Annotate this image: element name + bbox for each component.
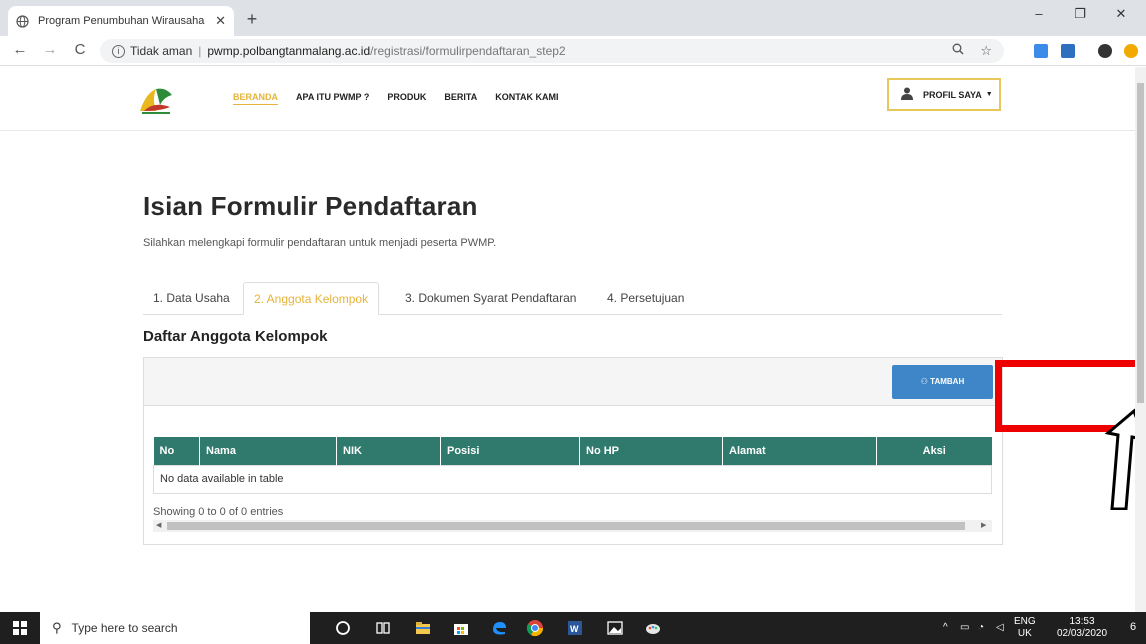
empty-table-message: No data available in table bbox=[153, 464, 992, 494]
url-path: /registrasi/formulirpendaftaran_step2 bbox=[370, 44, 566, 58]
members-table: No Nama NIK Posisi No HP Alamat Aksi No … bbox=[153, 437, 992, 494]
search-icon: ⚲ bbox=[52, 620, 62, 635]
site-header: BERANDA APA ITU PWMP ? PRODUK BERITA KON… bbox=[0, 67, 1135, 131]
nav-produk[interactable]: PRODUK bbox=[387, 92, 426, 105]
browser-tab[interactable]: Program Penumbuhan Wirausaha ✕ bbox=[8, 6, 234, 36]
update-icon[interactable] bbox=[1124, 44, 1138, 58]
word-icon[interactable]: W bbox=[566, 619, 584, 637]
main-nav: BERANDA APA ITU PWMP ? PRODUK BERITA KON… bbox=[233, 92, 559, 105]
language-indicator[interactable]: ENG UK bbox=[1014, 616, 1036, 640]
zoom-icon[interactable] bbox=[952, 43, 964, 59]
forward-button[interactable]: → bbox=[40, 41, 60, 58]
scrollbar-thumb[interactable] bbox=[1137, 83, 1144, 403]
windows-taskbar: ⚲ Type here to search W ^ ▭ ◔ ◁ ENG UK 1… bbox=[0, 612, 1146, 644]
col-no-hp[interactable]: No HP bbox=[579, 437, 723, 465]
chrome-icon[interactable] bbox=[526, 619, 544, 637]
panel-header: ⚇ TAMBAH bbox=[144, 358, 1002, 406]
extension-icon[interactable] bbox=[1034, 44, 1048, 58]
tab-close-icon[interactable]: ✕ bbox=[215, 13, 226, 29]
form-steps-tabs: 1. Data Usaha 2. Anggota Kelompok 3. Dok… bbox=[143, 282, 1002, 315]
tab-data-usaha[interactable]: 1. Data Usaha bbox=[143, 282, 240, 315]
scrollbar-thumb[interactable] bbox=[167, 522, 965, 530]
col-nama[interactable]: Nama bbox=[199, 437, 337, 465]
globe-icon bbox=[16, 14, 30, 28]
col-posisi[interactable]: Posisi bbox=[440, 437, 580, 465]
col-aksi[interactable]: Aksi bbox=[876, 437, 992, 465]
profile-avatar[interactable] bbox=[1098, 44, 1112, 58]
restore-button[interactable]: ❐ bbox=[1065, 6, 1095, 22]
svg-text:W: W bbox=[570, 624, 579, 634]
edge-icon[interactable] bbox=[490, 619, 508, 637]
user-icon bbox=[901, 87, 913, 102]
add-button-label: TAMBAH bbox=[930, 377, 965, 386]
photos-icon[interactable] bbox=[606, 619, 624, 637]
volume-icon[interactable]: ◁ bbox=[996, 622, 1004, 634]
paint-icon[interactable] bbox=[644, 619, 662, 637]
browser-toolbar: ← → C i Tidak aman | pwmp.polbangtanmala… bbox=[0, 36, 1146, 66]
profile-button[interactable]: PROFIL SAYA ▼ bbox=[887, 78, 1001, 111]
table-horizontal-scrollbar[interactable]: ◀ ▶ bbox=[153, 520, 992, 532]
task-view-icon[interactable] bbox=[374, 619, 392, 637]
extension-icon[interactable] bbox=[1061, 44, 1075, 58]
scroll-right-icon[interactable]: ▶ bbox=[981, 520, 986, 532]
add-user-icon: ⚇ bbox=[920, 377, 928, 386]
clock[interactable]: 13:53 02/03/2020 bbox=[1046, 616, 1118, 640]
profile-label: PROFIL SAYA bbox=[923, 89, 982, 100]
clock-time: 13:53 bbox=[1069, 616, 1095, 627]
page-title: Isian Formulir Pendaftaran bbox=[143, 191, 478, 221]
nav-beranda[interactable]: BERANDA bbox=[233, 92, 278, 105]
table-row: No data available in table bbox=[153, 464, 992, 494]
wifi-icon[interactable]: ◔ bbox=[978, 622, 984, 634]
lang-top: ENG bbox=[1014, 616, 1036, 627]
minimize-button[interactable]: – bbox=[1024, 6, 1054, 21]
file-explorer-icon[interactable] bbox=[414, 619, 432, 637]
security-label: Tidak aman bbox=[130, 44, 193, 58]
page-subtitle: Silahkan melengkapi formulir pendaftaran… bbox=[143, 237, 497, 249]
members-panel: ⚇ TAMBAH No Nama NIK Posisi No HP Alamat… bbox=[143, 357, 1003, 545]
search-placeholder: Type here to search bbox=[71, 621, 178, 635]
address-bar[interactable]: i Tidak aman | pwmp.polbangtanmalang.ac.… bbox=[100, 39, 1004, 63]
tab-anggota-kelompok[interactable]: 2. Anggota Kelompok bbox=[243, 282, 380, 315]
table-info: Showing 0 to 0 of 0 entries bbox=[153, 506, 284, 518]
info-icon[interactable]: i bbox=[112, 44, 125, 58]
reload-button[interactable]: C bbox=[70, 41, 90, 58]
notification-count: 6 bbox=[1129, 621, 1137, 633]
nav-kontak-kami[interactable]: KONTAK KAMI bbox=[495, 92, 558, 105]
add-member-button[interactable]: ⚇ TAMBAH bbox=[892, 365, 993, 399]
clock-date: 02/03/2020 bbox=[1056, 628, 1108, 639]
star-icon[interactable]: ☆ bbox=[980, 43, 992, 59]
section-title: Daftar Anggota Kelompok bbox=[143, 328, 328, 345]
start-button[interactable] bbox=[0, 612, 40, 644]
cortana-icon[interactable] bbox=[334, 619, 352, 637]
notification-center-icon[interactable]: 6 bbox=[1124, 621, 1142, 633]
nav-apa-itu-pwmp[interactable]: APA ITU PWMP ? bbox=[296, 92, 369, 105]
new-tab-button[interactable]: + bbox=[240, 8, 264, 32]
col-nik[interactable]: NIK bbox=[336, 437, 441, 465]
tab-dokumen-syarat[interactable]: 3. Dokumen Syarat Pendaftaran bbox=[395, 282, 586, 315]
col-no[interactable]: No bbox=[153, 437, 200, 465]
scroll-left-icon[interactable]: ◀ bbox=[156, 520, 161, 532]
tab-persetujuan[interactable]: 4. Persetujuan bbox=[597, 282, 694, 315]
page-vertical-scrollbar[interactable] bbox=[1135, 67, 1146, 612]
windows-icon bbox=[13, 621, 27, 635]
window-close-button[interactable]: ✕ bbox=[1106, 6, 1136, 22]
caret-down-icon: ▼ bbox=[985, 91, 993, 98]
url-separator: | bbox=[198, 44, 202, 58]
lang-bottom: UK bbox=[1017, 628, 1032, 639]
taskbar-search[interactable]: ⚲ Type here to search bbox=[40, 612, 310, 644]
tray-expand-icon[interactable]: ^ bbox=[943, 622, 948, 634]
browser-tabstrip: Program Penumbuhan Wirausaha ✕ + – ❐ ✕ bbox=[0, 0, 1146, 36]
col-alamat[interactable]: Alamat bbox=[722, 437, 877, 465]
nav-berita[interactable]: BERITA bbox=[444, 92, 477, 105]
url-host: pwmp.polbangtanmalang.ac.id bbox=[207, 44, 371, 58]
store-icon[interactable] bbox=[452, 619, 470, 637]
network-icon[interactable]: ▭ bbox=[960, 622, 969, 634]
site-logo[interactable] bbox=[136, 81, 176, 117]
omnibox-actions: ☆ bbox=[952, 43, 992, 59]
back-button[interactable]: ← bbox=[10, 41, 30, 58]
tab-title: Program Penumbuhan Wirausaha bbox=[38, 15, 205, 27]
